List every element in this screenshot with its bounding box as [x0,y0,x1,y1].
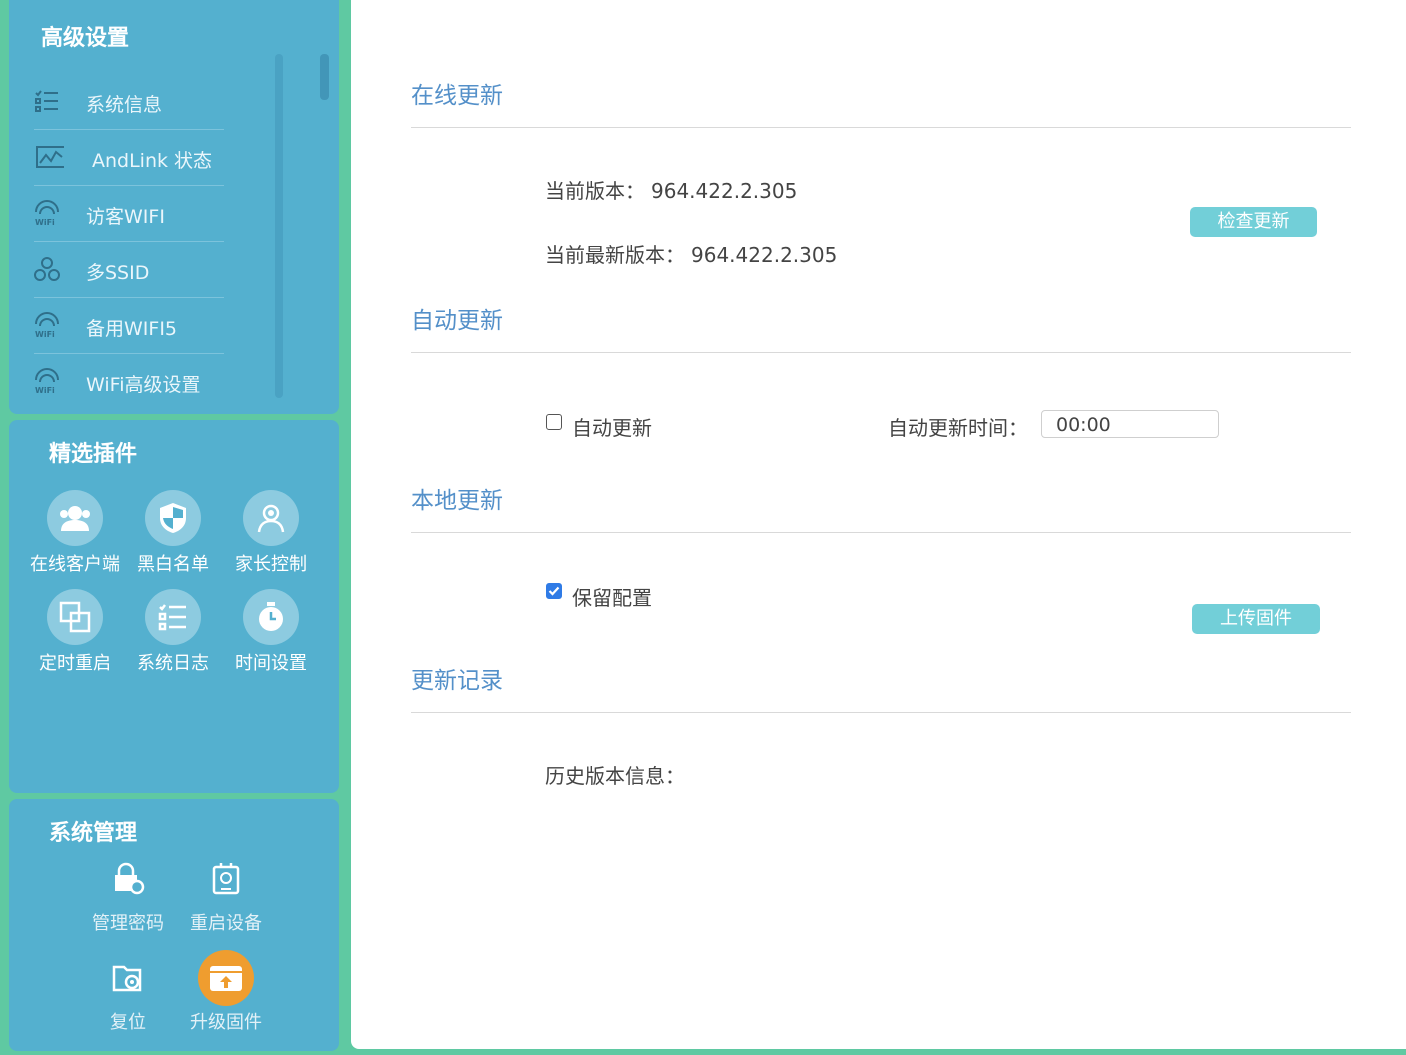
sys-label: 重启设备 [190,913,262,934]
latest-version-value: 964.422.2.305 [691,243,838,267]
plugin-label: 定时重启 [39,653,111,674]
wifi-icon: WiFi [35,312,59,338]
keep-config-checkbox[interactable] [546,583,562,599]
menu-item-wifi-advanced[interactable]: WiFi WiFi高级设置 [34,354,224,410]
svg-text:WiFi: WiFi [35,330,55,338]
section-title-local-update: 本地更新 [411,488,503,514]
sys-admin-password[interactable]: 管理密码 [79,851,177,935]
users-icon [47,490,103,546]
plugin-system-log[interactable]: 系统日志 [124,589,222,675]
plugin-scheduled-restart[interactable]: 定时重启 [26,589,124,675]
stopwatch-icon [243,589,299,645]
plugin-time-settings[interactable]: 时间设置 [222,589,320,675]
sys-label: 管理密码 [92,913,164,934]
wifi-icon: WiFi [35,200,59,226]
menu-item-label: 系统信息 [86,94,163,116]
section-divider [411,127,1351,128]
svg-text:WiFi: WiFi [35,218,55,226]
check-update-button[interactable]: 检查更新 [1190,207,1317,237]
plugin-label: 黑白名单 [137,554,209,575]
section-title-update-history: 更新记录 [411,668,503,694]
latest-version-row: 当前最新版本： 964.422.2.305 [545,239,837,268]
svg-text:WiFi: WiFi [35,386,55,394]
latest-version-label: 当前最新版本： [545,243,685,267]
wifi-icon: WiFi [35,368,59,394]
folder-gear-icon [100,950,156,1006]
auto-update-time-input[interactable]: 00:00 [1041,410,1219,438]
menu-item-andlink-status[interactable]: AndLink 状态 [34,130,224,186]
plugins-title: 精选插件 [49,442,138,467]
sys-upgrade-firmware[interactable]: 升级固件 [177,950,275,1034]
main-content: 在线更新 当前版本： 964.422.2.305 当前最新版本： 964.422.2… [351,0,1406,1049]
menu-item-label: WiFi高级设置 [86,374,201,396]
restart-icon [47,589,103,645]
plugin-online-clients[interactable]: 在线客户端 [26,490,124,576]
sys-restart-device[interactable]: 重启设备 [177,851,275,935]
auto-update-time-label: 自动更新时间： [888,416,1028,440]
plugin-label: 时间设置 [235,653,307,674]
section-divider [411,352,1351,353]
lock-gear-icon [100,851,156,907]
plugin-label: 家长控制 [235,554,307,575]
parent-icon [243,490,299,546]
menu-item-multi-ssid[interactable]: 多SSID [34,242,224,298]
menu-item-backup-wifi5[interactable]: WiFi 备用WIFI5 [34,298,224,354]
advanced-settings-panel: 高级设置 系统信息 AndLink 状态 WiFi 访客WIFI 多SSID W… [9,0,339,414]
system-management-title: 系统管理 [49,821,138,846]
menu-item-label: 备用WIFI5 [86,318,178,340]
auto-update-checkbox[interactable] [546,414,562,430]
menu-scrollbar-track[interactable] [275,54,283,398]
menu-item-guest-wifi[interactable]: WiFi 访客WIFI [34,186,224,242]
upload-icon [198,950,254,1006]
section-title-auto-update: 自动更新 [411,308,503,334]
upload-firmware-button[interactable]: 上传固件 [1192,604,1320,634]
menu-item-label: AndLink 状态 [92,150,213,172]
menu-item-label: 多SSID [86,262,150,284]
chart-icon [36,146,64,168]
section-divider [411,532,1351,533]
menu-scrollbar-thumb[interactable] [320,54,329,100]
menu-item-system-info[interactable]: 系统信息 [34,74,224,130]
current-version-label: 当前版本： [545,179,645,203]
device-icon [198,851,254,907]
advanced-settings-title: 高级设置 [41,26,130,51]
shield-icon [145,490,201,546]
keep-config-label: 保留配置 [572,586,652,610]
section-divider [411,712,1351,713]
section-title-online-update: 在线更新 [411,83,503,109]
log-icon [145,589,201,645]
plugin-parental-control[interactable]: 家长控制 [222,490,320,576]
auto-update-label: 自动更新 [572,416,652,440]
current-version-value: 964.422.2.305 [651,179,798,203]
plugins-panel: 精选插件 在线客户端 黑白名单 家长控制 定时重启 系统日志 时间设置 [9,420,339,793]
system-management-panel: 系统管理 管理密码 重启设备 复位 升级固件 [9,799,339,1051]
plugin-label: 系统日志 [137,653,209,674]
sys-reset[interactable]: 复位 [79,950,177,1034]
list-icon [35,90,58,112]
menu-item-label: 访客WIFI [86,206,165,228]
plugin-label: 在线客户端 [30,554,120,575]
check-mark-icon [548,586,560,596]
sys-label: 升级固件 [190,1012,262,1033]
sys-label: 复位 [110,1012,146,1033]
nodes-icon [34,257,60,281]
plugin-black-white-list[interactable]: 黑白名单 [124,490,222,576]
current-version-row: 当前版本： 964.422.2.305 [545,175,797,204]
history-version-label: 历史版本信息： [545,764,685,788]
